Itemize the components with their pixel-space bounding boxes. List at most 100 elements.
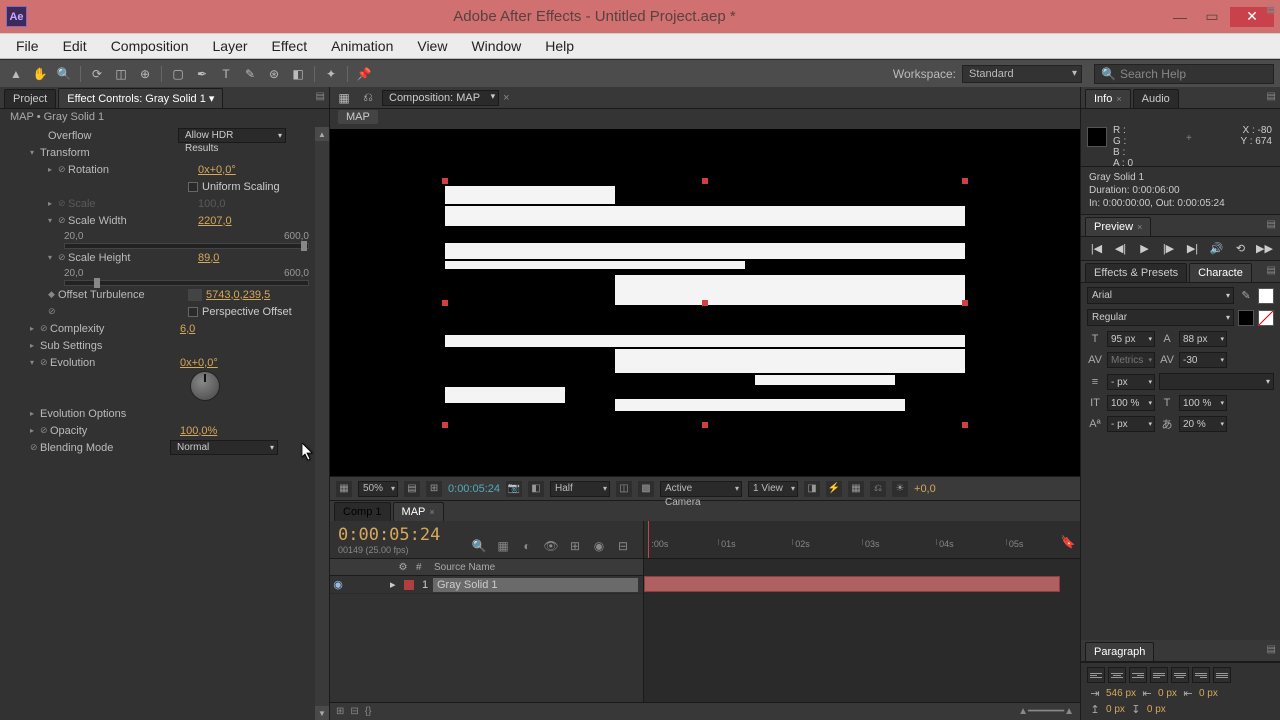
align-center-icon[interactable] xyxy=(1108,667,1126,683)
leading-value[interactable]: 88 px xyxy=(1179,331,1227,347)
composition-dropdown[interactable]: Composition: MAP xyxy=(382,90,499,106)
info-panel-menu-icon[interactable]: ▤ xyxy=(1267,91,1276,102)
col-source-name[interactable]: Source Name xyxy=(434,562,495,573)
toggle-modes-icon[interactable]: ⊟ xyxy=(350,706,358,717)
hand-tool-icon[interactable]: ✋ xyxy=(30,64,50,84)
menu-file[interactable]: File xyxy=(4,38,51,54)
tab-effect-controls[interactable]: Effect Controls: Gray Solid 1 ▾ xyxy=(58,88,223,108)
stroke-width-value[interactable]: - px xyxy=(1107,374,1155,390)
shy-icon[interactable]: 👁 xyxy=(542,537,560,555)
layer-color-swatch[interactable] xyxy=(404,580,414,590)
group-sub-settings[interactable]: Sub Settings xyxy=(40,340,170,352)
tab-audio[interactable]: Audio xyxy=(1133,89,1179,108)
blending-mode-dropdown[interactable]: Normal xyxy=(170,440,278,455)
menu-edit[interactable]: Edit xyxy=(51,38,99,54)
motion-blur-icon[interactable]: ◉ xyxy=(590,537,608,555)
menu-animation[interactable]: Animation xyxy=(319,38,405,54)
search-layers-icon[interactable]: 🔍 xyxy=(470,537,488,555)
selection-tool-icon[interactable]: ▲ xyxy=(6,64,26,84)
group-evolution-options[interactable]: Evolution Options xyxy=(40,408,170,420)
reset-exposure-icon[interactable]: ☀ xyxy=(892,481,908,497)
tab-project[interactable]: Project xyxy=(4,89,56,108)
font-style-dropdown[interactable]: Regular xyxy=(1087,309,1234,326)
overflow-dropdown[interactable]: Allow HDR Results xyxy=(178,128,286,143)
perspective-offset-checkbox[interactable] xyxy=(188,307,198,317)
tab-effects-presets[interactable]: Effects & Presets xyxy=(1085,263,1187,282)
rotation-value[interactable]: 0x+0,0° xyxy=(198,164,236,176)
timeline-panel-menu-icon[interactable]: ▤ xyxy=(1267,4,1276,15)
minimize-button[interactable]: — xyxy=(1166,7,1194,27)
pan-behind-tool-icon[interactable]: ⊕ xyxy=(135,64,155,84)
snapshot-icon[interactable]: 📷 xyxy=(506,481,522,497)
menu-help[interactable]: Help xyxy=(533,38,586,54)
evolution-dial[interactable] xyxy=(190,371,220,401)
rotate-tool-icon[interactable]: ⟳ xyxy=(87,64,107,84)
tracking-value[interactable]: -30 xyxy=(1179,352,1227,368)
char-panel-menu-icon[interactable]: ▤ xyxy=(1267,265,1276,276)
vscale-value[interactable]: 100 % xyxy=(1107,395,1155,411)
time-ruler[interactable]: :00s 01s 02s 03s 04s 05s 🔖 xyxy=(644,521,1080,558)
pen-tool-icon[interactable]: ✒ xyxy=(192,64,212,84)
scrollbar[interactable]: ▲▼ xyxy=(315,127,329,720)
play-icon[interactable]: ▶ xyxy=(1137,241,1153,257)
eraser-tool-icon[interactable]: ◧ xyxy=(288,64,308,84)
roi-icon[interactable]: ◫ xyxy=(616,481,632,497)
complexity-value[interactable]: 6,0 xyxy=(180,323,195,335)
viewer-timecode[interactable]: 0:00:05:24 xyxy=(448,483,500,495)
zoom-slider-icon[interactable]: ▲━━━━━━▲ xyxy=(1018,706,1074,717)
hscale-value[interactable]: 100 % xyxy=(1179,395,1227,411)
para-panel-menu-icon[interactable]: ▤ xyxy=(1267,644,1276,655)
layer-duration-bar[interactable] xyxy=(644,576,1060,592)
timeline-tab-map[interactable]: MAP× xyxy=(393,502,444,521)
puppet-tool-icon[interactable]: 📌 xyxy=(354,64,374,84)
layer-name[interactable]: Gray Solid 1 xyxy=(432,577,639,593)
scale-height-slider[interactable] xyxy=(64,280,309,286)
next-frame-icon[interactable]: |▶ xyxy=(1161,241,1177,257)
menu-composition[interactable]: Composition xyxy=(99,38,201,54)
timeline-icon[interactable]: ▦ xyxy=(848,481,864,497)
comp-nav-icon[interactable]: ▦ xyxy=(334,88,354,108)
menu-layer[interactable]: Layer xyxy=(201,38,260,54)
camera-tool-icon[interactable]: ◫ xyxy=(111,64,131,84)
kerning-value[interactable]: Metrics xyxy=(1107,352,1155,368)
draft-3d-icon[interactable]: ◐ xyxy=(518,537,536,555)
align-left-icon[interactable] xyxy=(1087,667,1105,683)
indent-left-value[interactable]: 546 px xyxy=(1106,688,1136,699)
fill-color-swatch[interactable] xyxy=(1258,288,1274,304)
stroke-color-swatch[interactable] xyxy=(1238,310,1254,326)
composition-viewer[interactable] xyxy=(330,129,1080,476)
timeline-tab-comp1[interactable]: Comp 1 xyxy=(334,502,391,521)
scale-width-value[interactable]: 2207,0 xyxy=(198,215,232,227)
clone-tool-icon[interactable]: ⊛ xyxy=(264,64,284,84)
cti-indicator[interactable] xyxy=(648,521,649,558)
comp-flow-icon[interactable]: ⎌ xyxy=(358,88,378,108)
grid-icon[interactable]: ▤ xyxy=(404,481,420,497)
baseline-value[interactable]: - px xyxy=(1107,416,1155,432)
resolution-dropdown[interactable]: Half xyxy=(550,481,610,497)
flowchart-icon[interactable]: ⎌ xyxy=(870,481,886,497)
camera-dropdown[interactable]: Active Camera xyxy=(660,481,742,497)
space-after-value[interactable]: 0 px xyxy=(1147,704,1166,715)
justify-last-left-icon[interactable] xyxy=(1150,667,1168,683)
opacity-value[interactable]: 100,0% xyxy=(180,425,217,437)
channel-icon[interactable]: ◧ xyxy=(528,481,544,497)
ram-preview-icon[interactable]: ▶▶ xyxy=(1257,241,1273,257)
scale-width-slider[interactable] xyxy=(64,243,309,249)
no-stroke-swatch[interactable] xyxy=(1258,310,1274,326)
panel-menu-icon[interactable]: ▤ xyxy=(316,91,325,102)
rect-tool-icon[interactable]: ▢ xyxy=(168,64,188,84)
comp-mini-icon[interactable]: ▦ xyxy=(494,537,512,555)
indent-right-value[interactable]: 0 px xyxy=(1199,688,1218,699)
tab-paragraph[interactable]: Paragraph xyxy=(1085,642,1154,661)
offset-turbulence-value[interactable]: 5743,0,239,5 xyxy=(206,289,270,301)
visibility-toggle-icon[interactable]: ◉ xyxy=(330,578,346,591)
tab-character[interactable]: Characte xyxy=(1189,263,1252,282)
preview-panel-menu-icon[interactable]: ▤ xyxy=(1267,219,1276,230)
views-dropdown[interactable]: 1 View xyxy=(748,481,798,497)
eyedropper-icon[interactable]: ✎ xyxy=(1238,289,1254,302)
maximize-button[interactable]: ▭ xyxy=(1198,7,1226,27)
menu-view[interactable]: View xyxy=(405,38,459,54)
evolution-value[interactable]: 0x+0,0° xyxy=(180,357,218,369)
scale-height-value[interactable]: 89,0 xyxy=(198,252,219,264)
guides-icon[interactable]: ⊞ xyxy=(426,481,442,497)
